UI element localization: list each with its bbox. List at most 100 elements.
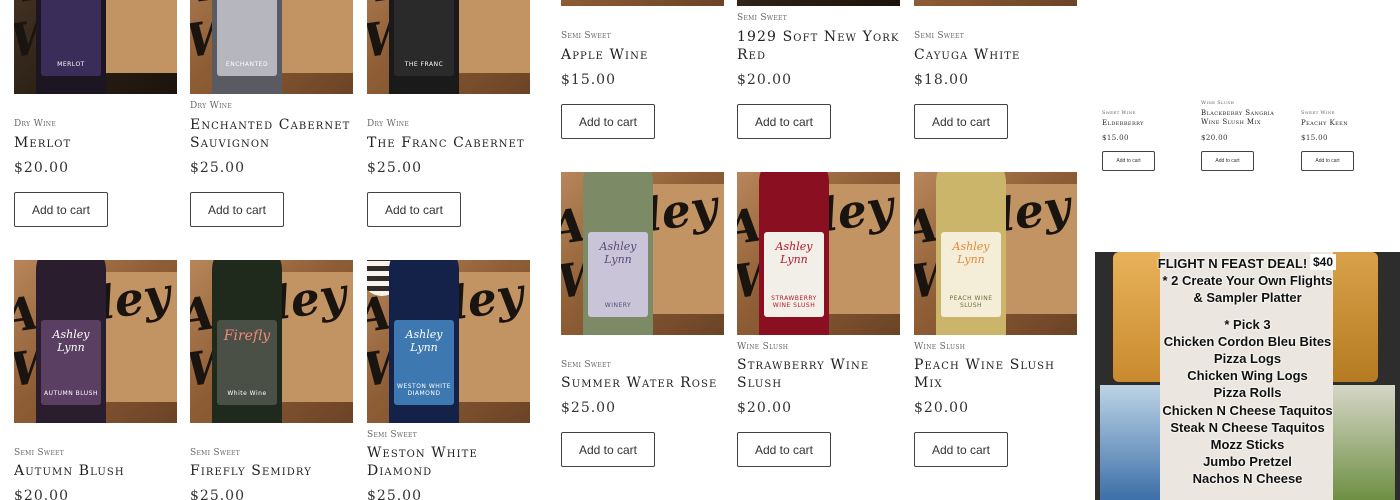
- bottle-label-script: Ashley Lynn: [599, 240, 637, 266]
- product-image-autumn-blush[interactable]: Ashley Wi Ashley Lynn AUTUMN BLUSH: [14, 260, 177, 423]
- add-to-cart-button[interactable]: Add to cart: [1201, 151, 1254, 171]
- promo-menu-item: Chicken N Cheese Taquitos: [1162, 402, 1333, 418]
- product-image-cayuga[interactable]: [914, 0, 1077, 6]
- product-title[interactable]: Apple Wine: [561, 46, 724, 64]
- bottle-label-script: Ashley Lynn: [52, 328, 90, 354]
- product-image-strawberry[interactable]: Ashley Wi Ashley Lynn STRAWBERRY WINE SL…: [737, 172, 900, 335]
- add-to-cart-button[interactable]: Add to cart: [737, 104, 831, 139]
- bottle-label-text: White Wine: [227, 390, 267, 397]
- product-image-weston[interactable]: Ashley Wi Ashley Lynn WESTON WHITE DIAMO…: [367, 260, 530, 423]
- product-grid-left: Ashley Wi MERLOT Dry Wine Merlot $20.00 …: [0, 0, 545, 500]
- product-category[interactable]: Semi Sweet: [561, 360, 611, 370]
- product-price: $20.00: [737, 72, 792, 88]
- add-to-cart-button[interactable]: Add to cart: [367, 192, 461, 227]
- product-card-the-franc: Ashley Wi THE FRANC Dry Wine The Franc C…: [367, 0, 530, 240]
- product-title[interactable]: Peachy Keen: [1301, 119, 1391, 128]
- product-price: $25.00: [190, 488, 245, 500]
- product-card-peachy-keen: Sweet Wine Peachy Keen $15.00 Add to car…: [1301, 0, 1391, 175]
- product-card-blackberry-sangria: Wine Slush Blackberry Sangria Wine Slush…: [1201, 0, 1291, 175]
- product-title[interactable]: 1929 Soft New York Red: [737, 28, 900, 64]
- promo-text: FLIGHT N FEAST DEAL! * 2 Create Your Own…: [1095, 255, 1400, 488]
- promo-headline: FLIGHT N FEAST DEAL!: [1157, 256, 1308, 271]
- product-grid-right: Sweet Wine Elderberry $15.00 Add to cart…: [1095, 0, 1400, 500]
- promo-menu-item: Jumbo Pretzel: [1203, 454, 1292, 470]
- add-to-cart-button[interactable]: Add to cart: [14, 192, 108, 227]
- product-title[interactable]: Cayuga White: [914, 46, 1077, 64]
- product-card-autumn-blush: Ashley Wi Ashley Lynn AUTUMN BLUSH Semi …: [14, 260, 177, 500]
- product-card-strawberry-wine-slush: Ashley Wi Ashley Lynn STRAWBERRY WINE SL…: [737, 172, 900, 472]
- product-category[interactable]: Semi Sweet: [914, 31, 964, 41]
- promo-menu-item: Steak N Cheese Taquitos: [1170, 419, 1325, 435]
- promo-flyer[interactable]: $40 FLIGHT N FEAST DEAL! * 2 Create Your…: [1095, 252, 1400, 500]
- bottle-label-script: Ashley Lynn: [405, 328, 443, 354]
- bottle-label-script: Ashley Lynn: [952, 240, 990, 266]
- add-to-cart-button[interactable]: Add to cart: [1301, 151, 1354, 171]
- promo-menu-item: Chicken Wing Logs: [1187, 368, 1308, 384]
- product-card-weston-white-diamond: Ashley Wi Ashley Lynn WESTON WHITE DIAMO…: [367, 260, 530, 500]
- product-category[interactable]: Semi Sweet: [190, 448, 240, 458]
- add-to-cart-button[interactable]: Add to cart: [190, 192, 284, 227]
- bottle-label-text: AUTUMN BLUSH: [44, 390, 98, 397]
- product-price: $25.00: [561, 400, 616, 416]
- add-to-cart-button[interactable]: Add to cart: [914, 104, 1008, 139]
- product-title[interactable]: Peach Wine Slush Mix: [914, 356, 1077, 392]
- product-category[interactable]: Semi Sweet: [737, 13, 787, 23]
- product-image-merlot[interactable]: Ashley Wi MERLOT: [14, 0, 177, 94]
- product-category[interactable]: Wine Slush: [914, 342, 965, 352]
- promo-menu-item: Pizza Rolls: [1213, 385, 1282, 401]
- product-image-1929[interactable]: [737, 0, 900, 6]
- product-title[interactable]: Merlot: [14, 134, 177, 152]
- add-to-cart-button[interactable]: Add to cart: [561, 104, 655, 139]
- product-card-elderberry: Sweet Wine Elderberry $15.00 Add to cart: [1102, 0, 1192, 175]
- product-grid-middle: Semi Sweet Apple Wine $15.00 Add to cart…: [545, 0, 1095, 500]
- product-category[interactable]: Sweet Wine: [1301, 110, 1335, 116]
- promo-menu-item: Mozz Sticks: [1210, 437, 1285, 453]
- product-title[interactable]: Autumn Blush: [14, 462, 177, 480]
- product-price: $15.00: [1102, 134, 1129, 142]
- product-image-peach[interactable]: Ashley Wi Ashley Lynn PEACH WINE SLUSH: [914, 172, 1077, 335]
- product-image-enchanted[interactable]: Ashley Wi ENCHANTED: [190, 0, 353, 94]
- product-category[interactable]: Dry Wine: [367, 119, 409, 129]
- bottle-label-text: WESTON WHITE DIAMOND: [397, 383, 451, 397]
- product-category[interactable]: Semi Sweet: [14, 448, 64, 458]
- product-price: $15.00: [561, 72, 616, 88]
- add-to-cart-button[interactable]: Add to cart: [561, 432, 655, 467]
- promo-line: * 2 Create Your Own Flights: [1162, 273, 1333, 289]
- product-title[interactable]: Summer Water Rose: [561, 374, 724, 392]
- product-title[interactable]: Weston White Diamond: [367, 444, 530, 480]
- product-card-firefly: Ashley Wi Firefly White Wine Semi Sweet …: [190, 260, 353, 500]
- product-price: $20.00: [1201, 134, 1228, 142]
- product-image-summer-water-rose[interactable]: Ashley Wi Ashley Lynn WINERY: [561, 172, 724, 335]
- product-price: $20.00: [14, 160, 69, 176]
- product-title[interactable]: Blackberry Sangria Wine Slush Mix: [1201, 109, 1291, 127]
- promo-line: * Pick 3: [1224, 316, 1271, 332]
- product-card-peach-wine-slush: Ashley Wi Ashley Lynn PEACH WINE SLUSH W…: [914, 172, 1077, 472]
- product-image-the-franc[interactable]: Ashley Wi THE FRANC: [367, 0, 530, 94]
- promo-line: & Sampler Platter: [1193, 290, 1302, 306]
- product-image-apple-wine[interactable]: [561, 0, 724, 6]
- product-image-firefly[interactable]: Ashley Wi Firefly White Wine: [190, 260, 353, 423]
- product-price: $20.00: [14, 488, 69, 500]
- product-price: $25.00: [367, 488, 422, 500]
- product-title[interactable]: Firefly Semidry: [190, 462, 353, 480]
- product-title[interactable]: The Franc Cabernet: [367, 134, 530, 152]
- product-card-apple-wine: Semi Sweet Apple Wine $15.00 Add to cart: [561, 0, 724, 145]
- promo-menu-item: Chicken Cordon Bleu Bites: [1163, 333, 1332, 349]
- product-category[interactable]: Dry Wine: [14, 119, 56, 129]
- bottle-label-script: Ashley Lynn: [775, 240, 813, 266]
- add-to-cart-button[interactable]: Add to cart: [737, 432, 831, 467]
- product-category[interactable]: Wine Slush: [1201, 100, 1234, 106]
- product-title[interactable]: Elderberry: [1102, 119, 1192, 128]
- bottle-label-text: ENCHANTED: [225, 61, 269, 68]
- product-title[interactable]: Strawberry Wine Slush: [737, 356, 900, 392]
- product-price: $15.00: [1301, 134, 1328, 142]
- product-category[interactable]: Dry Wine: [190, 101, 232, 111]
- product-title[interactable]: Enchanted Cabernet Sauvignon: [190, 116, 353, 152]
- product-category[interactable]: Semi Sweet: [561, 31, 611, 41]
- product-card-cayuga-white: Semi Sweet Cayuga White $18.00 Add to ca…: [914, 0, 1077, 145]
- add-to-cart-button[interactable]: Add to cart: [914, 432, 1008, 467]
- add-to-cart-button[interactable]: Add to cart: [1102, 151, 1155, 171]
- product-category[interactable]: Wine Slush: [737, 342, 788, 352]
- product-category[interactable]: Sweet Wine: [1102, 110, 1136, 116]
- product-category[interactable]: Semi Sweet: [367, 430, 417, 440]
